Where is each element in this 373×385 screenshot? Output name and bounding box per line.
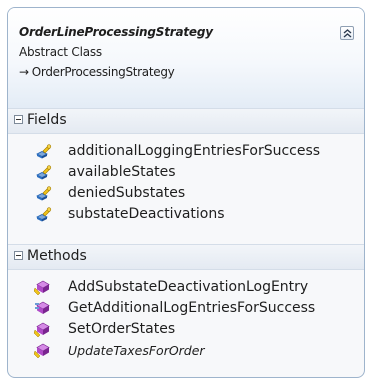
protected-field-icon: [36, 165, 52, 180]
double-chevron-up-icon: [343, 29, 352, 38]
field-item[interactable]: deniedSubstates: [34, 183, 185, 203]
methods-section-header[interactable]: Methods: [8, 244, 364, 270]
methods-collapse-toggle[interactable]: [14, 251, 23, 260]
private-method-icon: [35, 301, 50, 314]
field-name: availableStates: [68, 164, 176, 180]
class-shape[interactable]: OrderLineProcessingStrategy Abstract Cla…: [7, 7, 365, 378]
method-item[interactable]: GetAdditionalLogEntriesForSuccess: [34, 298, 315, 318]
field-item[interactable]: availableStates: [34, 162, 176, 182]
method-name: AddSubstateDeactivationLogEntry: [68, 279, 309, 295]
base-class-line: → OrderProcessingStrategy: [19, 65, 175, 79]
method-name: SetOrderStates: [68, 321, 176, 337]
method-item[interactable]: UpdateTaxesForOrder: [34, 340, 205, 360]
methods-section-title: Methods: [27, 248, 87, 264]
protected-method-icon: [34, 322, 50, 338]
field-item[interactable]: substateDeactivations: [34, 204, 225, 224]
protected-field-icon: [36, 207, 52, 222]
protected-method-icon: [34, 343, 50, 359]
fields-section-header[interactable]: Fields: [8, 108, 364, 134]
protected-field-icon: [36, 186, 52, 201]
class-header[interactable]: OrderLineProcessingStrategy Abstract Cla…: [8, 8, 364, 109]
fields-collapse-toggle[interactable]: [14, 115, 23, 124]
fields-section-title: Fields: [27, 112, 67, 128]
base-class-name: OrderProcessingStrategy: [31, 65, 175, 79]
class-name: OrderLineProcessingStrategy: [19, 25, 213, 39]
field-name: substateDeactivations: [68, 206, 225, 222]
collapse-shape-button[interactable]: [340, 26, 354, 40]
field-item[interactable]: additionalLoggingEntriesForSuccess: [34, 141, 320, 161]
method-name: UpdateTaxesForOrder: [68, 342, 205, 358]
class-stereotype: Abstract Class: [19, 45, 102, 59]
method-item[interactable]: AddSubstateDeactivationLogEntry: [34, 277, 308, 297]
protected-method-icon: [34, 280, 50, 296]
method-name: GetAdditionalLogEntriesForSuccess: [68, 300, 316, 316]
field-name: deniedSubstates: [68, 185, 186, 201]
field-name: additionalLoggingEntriesForSuccess: [68, 143, 321, 159]
inheritance-arrow: →: [19, 65, 29, 79]
protected-field-icon: [36, 144, 52, 159]
method-item[interactable]: SetOrderStates: [34, 319, 175, 339]
